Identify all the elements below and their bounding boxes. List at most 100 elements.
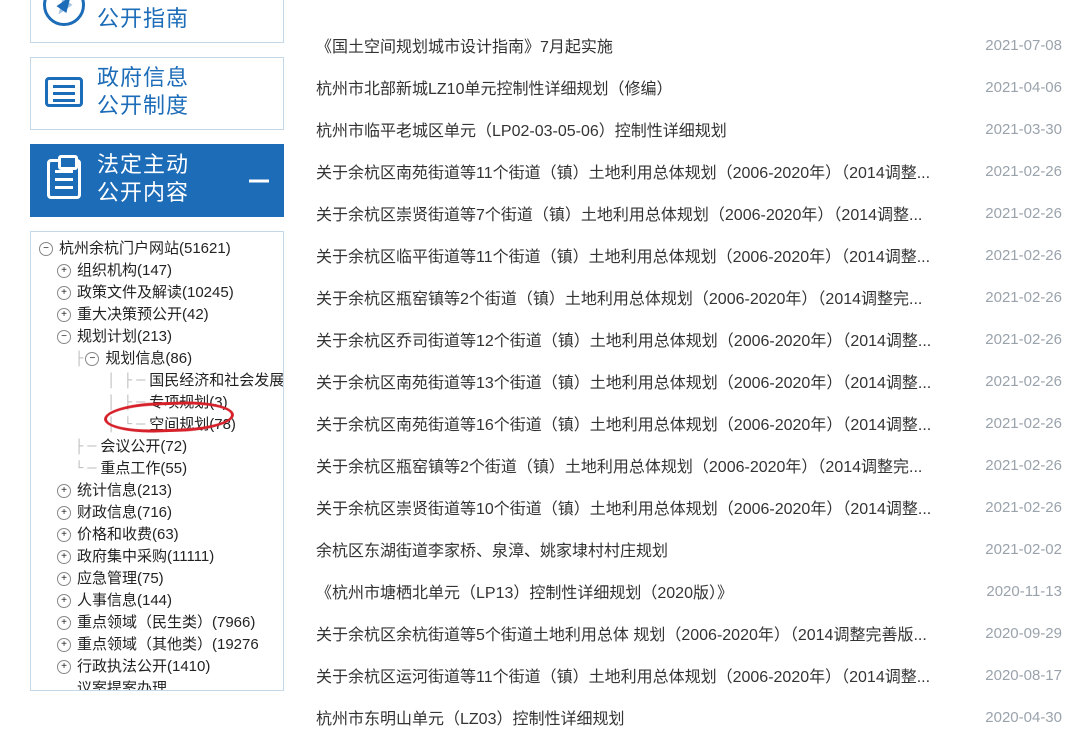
tree-label: 国民经济和社会发展规 [149, 370, 284, 392]
article-title-link[interactable]: 杭州市东明山单元（LZ03）控制性详细规划 [316, 705, 624, 729]
article-row: 余杭区东湖街道李家桥、泉漳、姚家埭村村庄规划2021-02-02 [316, 528, 1062, 570]
tree-leaf[interactable]: │ └—空间规划(78) [39, 414, 279, 436]
tree-label: 规划信息(86) [105, 348, 192, 370]
tree-label: 重点工作(55) [100, 458, 187, 480]
article-title-link[interactable]: 关于余杭区南苑街道等16个街道（镇）土地利用总体规划（2006-2020年）（2… [316, 411, 931, 435]
tree-label: 重点领域（民生类）(7966) [77, 612, 255, 634]
card-statutory-active[interactable]: 法定主动 公开内容 [30, 144, 284, 217]
tree-label: 重点领域（其他类）(19276 [77, 634, 259, 656]
article-date: 2020-08-17 [985, 667, 1062, 684]
toggle-icon[interactable] [57, 638, 71, 652]
tree-item[interactable]: 政策文件及解读(10245) [39, 282, 279, 304]
tree-label: 统计信息(213) [77, 480, 172, 502]
article-title-link[interactable]: 关于余杭区瓶窑镇等2个街道（镇）土地利用总体规划（2006-2020年）（201… [316, 285, 922, 309]
tree-label: 会议公开(72) [100, 436, 187, 458]
tree-label: 行政执法公开(1410) [77, 656, 210, 678]
toggle-icon[interactable] [57, 286, 71, 300]
article-title-link[interactable]: 关于余杭区南苑街道等13个街道（镇）土地利用总体规划（2006-2020年）（2… [316, 369, 931, 393]
article-title-link[interactable]: 《国土空间规划城市设计指南》7月起实施 [316, 33, 613, 57]
article-title-link[interactable]: 关于余杭区南苑街道等11个街道（镇）土地利用总体规划（2006-2020年）（2… [316, 159, 930, 183]
article-row: 关于余杭区南苑街道等13个街道（镇）土地利用总体规划（2006-2020年）（2… [316, 360, 1062, 402]
article-title-link[interactable]: 关于余杭区崇贤街道等10个街道（镇）土地利用总体规划（2006-2020年）（2… [316, 495, 931, 519]
tree-item[interactable]: 人事信息(144) [39, 590, 279, 612]
tree-item[interactable]: 重点领域（其他类）(19276 [39, 634, 279, 656]
list-icon [41, 69, 87, 115]
tree-label: 人事信息(144) [77, 590, 172, 612]
toggle-icon[interactable] [57, 550, 71, 564]
card-text: 法定主动 公开内容 [97, 151, 189, 206]
article-date: 2021-02-26 [985, 289, 1062, 306]
tree-item[interactable]: 行政执法公开(1410) [39, 656, 279, 678]
tree-subitem[interactable]: ├规划信息(86) [39, 348, 279, 370]
article-date: 2021-02-26 [985, 205, 1062, 222]
toggle-icon[interactable] [57, 506, 71, 520]
article-date: 2021-02-26 [985, 415, 1062, 432]
tree-subitem[interactable]: ├—会议公开(72) [39, 436, 279, 458]
article-title-link[interactable]: 关于余杭区乔司街道等12个街道（镇）土地利用总体规划（2006-2020年）（2… [316, 327, 931, 351]
tree-item[interactable]: 统计信息(213) [39, 480, 279, 502]
tree-subitem[interactable]: └—重点工作(55) [39, 458, 279, 480]
card-info-system[interactable]: 政府信息 公开制度 [30, 57, 284, 130]
tree-label: 专项规划(3) [149, 392, 227, 414]
article-date: 2021-02-26 [985, 457, 1062, 474]
tree-label: 组织机构(147) [77, 260, 172, 282]
article-title-link[interactable]: 杭州市临平老城区单元（LP02-03-05-06）控制性详细规划 [316, 117, 727, 141]
article-date: 2021-02-26 [985, 163, 1062, 180]
article-date: 2021-02-26 [985, 499, 1062, 516]
article-title-link[interactable]: 关于余杭区临平街道等11个街道（镇）土地利用总体规划（2006-2020年）（2… [316, 243, 930, 267]
tree-item[interactable]: 重点领域（民生类）(7966) [39, 612, 279, 634]
tree-label: 重大决策预公开(42) [77, 304, 209, 326]
tree-item[interactable]: 政府集中采购(11111) [39, 546, 279, 568]
toggle-icon[interactable] [57, 572, 71, 586]
article-row: 关于余杭区瓶窑镇等2个街道（镇）土地利用总体规划（2006-2020年）（201… [316, 444, 1062, 486]
card-info-guide[interactable]: 政府信息 公开指南 [30, 0, 284, 43]
article-title-link[interactable]: 关于余杭区运河街道等11个街道（镇）土地利用总体规划（2006-2020年）（2… [316, 663, 930, 687]
toggle-icon[interactable] [57, 308, 71, 322]
toggle-icon[interactable] [39, 242, 53, 256]
article-row: 关于余杭区瓶窑镇等2个街道（镇）土地利用总体规划（2006-2020年）（201… [316, 276, 1062, 318]
article-date: 2020-09-29 [985, 625, 1062, 642]
article-date: 2021-07-08 [985, 37, 1062, 54]
tree-item[interactable]: 规划计划(213) [39, 326, 279, 348]
article-date: 2020-04-30 [985, 709, 1062, 726]
toggle-icon[interactable] [57, 484, 71, 498]
tree-leaf[interactable]: │ ├—国民经济和社会发展规 [39, 370, 279, 392]
article-date: 2021-02-26 [985, 373, 1062, 390]
tree-item[interactable]: 应急管理(75) [39, 568, 279, 590]
tree-item[interactable]: 议案提案办理 [39, 678, 279, 691]
tree-label: 规划计划(213) [77, 326, 172, 348]
article-title-link[interactable]: 《杭州市塘栖北单元（LP13）控制性详细规划（2020版）》 [316, 579, 733, 603]
article-title-link[interactable]: 余杭区东湖街道李家桥、泉漳、姚家埭村村庄规划 [316, 537, 668, 561]
article-title-link[interactable]: 杭州市北部新城LZ10单元控制性详细规划（修编） [316, 75, 672, 99]
toggle-icon[interactable] [57, 330, 71, 344]
category-tree[interactable]: 杭州余杭门户网站(51621)组织机构(147)政策文件及解读(10245)重大… [30, 231, 284, 691]
toggle-icon[interactable] [57, 264, 71, 278]
tree-item[interactable]: 重大决策预公开(42) [39, 304, 279, 326]
article-row: 杭州市临平老城区单元（LP02-03-05-06）控制性详细规划 2021-03-… [316, 108, 1062, 150]
article-row: 关于余杭区余杭街道等5个街道土地利用总体 规划（2006-2020年）（2014… [316, 612, 1062, 654]
toggle-icon[interactable] [57, 660, 71, 674]
tree-root[interactable]: 杭州余杭门户网站(51621) [39, 238, 279, 260]
tree-item[interactable]: 财政信息(716) [39, 502, 279, 524]
article-title-link[interactable]: 关于余杭区余杭街道等5个街道土地利用总体 规划（2006-2020年）（2014… [316, 621, 927, 645]
tree-leaf[interactable]: │ ├—专项规划(3) [39, 392, 279, 414]
article-title-link[interactable]: 关于余杭区崇贤街道等7个街道（镇）土地利用总体规划（2006-2020年）（20… [316, 201, 922, 225]
article-title-link[interactable]: 关于余杭区瓶窑镇等2个街道（镇）土地利用总体规划（2006-2020年）（201… [316, 453, 922, 477]
tree-label: 杭州余杭门户网站(51621) [59, 238, 231, 260]
tree-item[interactable]: 价格和收费(63) [39, 524, 279, 546]
article-list: 《国土空间规划城市设计指南》7月起实施 2021-07-08 杭州市北部新城LZ10… [292, 0, 1080, 698]
article-date: 2021-03-30 [985, 121, 1062, 138]
toggle-icon[interactable] [57, 594, 71, 608]
article-row: 关于余杭区临平街道等11个街道（镇）土地利用总体规划（2006-2020年）（2… [316, 234, 1062, 276]
tree-item[interactable]: 组织机构(147) [39, 260, 279, 282]
sidebar: 政府信息 公开指南 政府信息 公开制度 法定主动 公开内容 杭州余杭门户网站(5… [0, 0, 292, 698]
article-row: 关于余杭区崇贤街道等10个街道（镇）土地利用总体规划（2006-2020年）（2… [316, 486, 1062, 528]
toggle-icon[interactable] [85, 352, 99, 366]
article-row: 杭州市北部新城LZ10单元控制性详细规划（修编）2021-04-06 [316, 66, 1062, 108]
toggle-icon[interactable] [57, 528, 71, 542]
tree-label: 政府集中采购(11111) [77, 546, 214, 568]
toggle-icon[interactable] [57, 616, 71, 630]
tree-label: 财政信息(716) [77, 502, 172, 524]
article-row: 关于余杭区乔司街道等12个街道（镇）土地利用总体规划（2006-2020年）（2… [316, 318, 1062, 360]
article-row: 关于余杭区崇贤街道等7个街道（镇）土地利用总体规划（2006-2020年）（20… [316, 192, 1062, 234]
